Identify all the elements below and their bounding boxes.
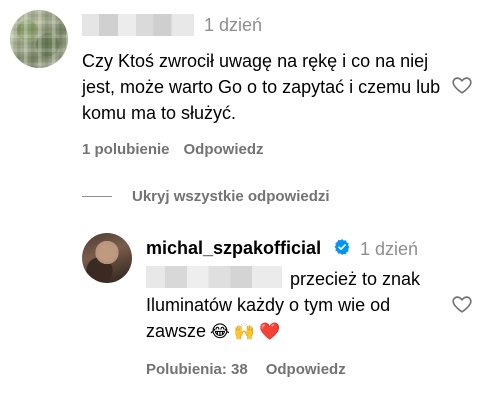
reply-time: 1 dzień xyxy=(360,239,419,259)
comment-time: 1 dzień xyxy=(204,15,263,35)
heart-emoji: ❤️ xyxy=(259,322,281,342)
laughing-emoji: 😂 xyxy=(210,322,230,342)
likes-count-link[interactable]: Polubienia: 38 xyxy=(146,361,248,378)
reply-text-end: zawsze xyxy=(146,321,207,341)
verified-badge-icon xyxy=(334,239,350,255)
heart-outline-icon[interactable] xyxy=(451,293,473,315)
avatar[interactable] xyxy=(82,233,132,283)
comment-text: Czy Ktoś zwrocił uwagę na rękę i co na n… xyxy=(82,51,441,123)
reply-username[interactable]: michal_szpakofficial xyxy=(146,237,321,259)
reply-text-line: Iluminatów każdy o tym wie od xyxy=(146,295,391,315)
reply-text-line: przecież to znak xyxy=(290,269,421,289)
blurred-username[interactable] xyxy=(82,14,194,36)
raised-hands-emoji: 🙌 xyxy=(233,322,256,342)
hide-replies-button[interactable]: Ukryj wszystkie odpowiedzi xyxy=(132,188,330,206)
avatar[interactable] xyxy=(10,10,68,68)
reply-text-line: zawsze 😂 🙌 ❤️ xyxy=(146,318,280,345)
blurred-mention[interactable] xyxy=(146,266,282,288)
heart-outline-icon[interactable] xyxy=(451,74,473,96)
reply-actions: Polubienia: 38 Odpowiedz xyxy=(146,361,346,379)
comment-actions: 1 polubienie Odpowiedz xyxy=(82,141,264,159)
reply-button[interactable]: Odpowiedz xyxy=(184,141,264,159)
thread-divider xyxy=(82,196,112,197)
reply-button[interactable]: Odpowiedz xyxy=(266,361,346,378)
likes-count-link[interactable]: 1 polubienie xyxy=(82,141,170,159)
